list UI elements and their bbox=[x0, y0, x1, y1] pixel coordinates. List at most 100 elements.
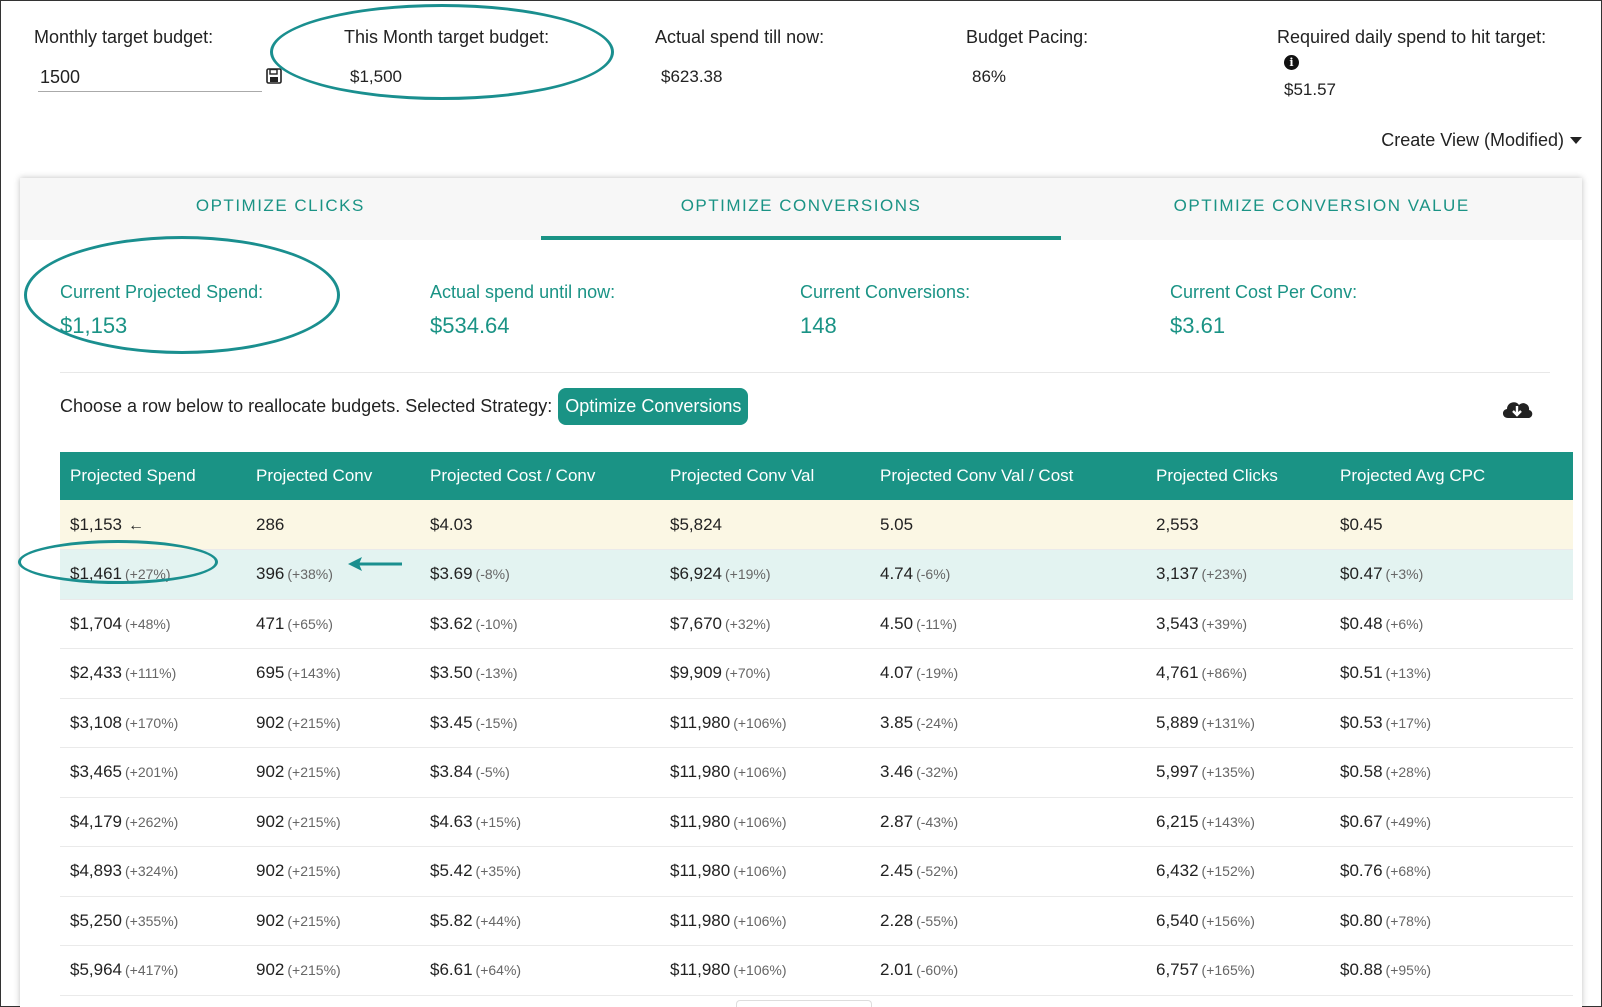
kpi-label: Current Cost Per Conv: bbox=[1170, 282, 1358, 302]
monthly-target-input[interactable] bbox=[38, 64, 262, 92]
cell-change: (+23%) bbox=[1201, 566, 1248, 583]
table-cell: $0.45 bbox=[1330, 500, 1573, 550]
table-cell: $11,980 (+106%) bbox=[660, 748, 870, 798]
column-header[interactable]: Projected Cost / Conv bbox=[420, 452, 660, 500]
cell-value: $0.80 bbox=[1340, 910, 1383, 930]
table-cell: $5,824 bbox=[660, 500, 870, 550]
cell-value: $2,433 bbox=[70, 663, 122, 683]
kpi-value: $3.61 bbox=[1170, 313, 1226, 338]
column-header[interactable]: Projected Conv Val bbox=[660, 452, 870, 500]
selected-strategy-chip[interactable]: Optimize Conversions bbox=[558, 388, 749, 425]
cell-change: (+165%) bbox=[1201, 962, 1255, 979]
tab-optimize-conversion-value[interactable]: OPTIMIZE CONVERSION VALUE bbox=[1061, 178, 1582, 240]
cell-value: 902 bbox=[256, 811, 285, 831]
tab-optimize-conversions[interactable]: OPTIMIZE CONVERSIONS bbox=[540, 178, 1062, 240]
table-cell: $0.48 (+6%) bbox=[1330, 599, 1573, 649]
column-header[interactable]: Projected Conv bbox=[246, 452, 420, 500]
required-daily-value: $51.57 bbox=[1284, 80, 1336, 99]
table-row[interactable]: $1,704 (+48%) 471 (+65%) $3.62 (-10%) $7,670 (+… bbox=[60, 599, 1573, 649]
cell-change: (+68%) bbox=[1385, 863, 1432, 880]
cell-value: 902 bbox=[256, 861, 285, 881]
table-cell: $0.47 (+3%) bbox=[1330, 550, 1573, 600]
scroll-handle[interactable] bbox=[736, 1000, 872, 1007]
divider bbox=[60, 372, 1550, 373]
cell-value: $0.53 bbox=[1340, 712, 1383, 732]
pointer-arrow-icon bbox=[348, 557, 402, 571]
table-cell: 902 (+215%) bbox=[246, 698, 420, 748]
cell-value: $3.69 bbox=[430, 564, 473, 584]
cell-change: (+38%) bbox=[287, 566, 333, 583]
floppy-disk-icon[interactable] bbox=[266, 68, 282, 84]
cell-value: 286 bbox=[256, 514, 285, 534]
column-header[interactable]: Projected Avg CPC bbox=[1330, 452, 1573, 500]
table-cell: 2,553 bbox=[1146, 500, 1330, 550]
table-cell: $9,909 (+70%) bbox=[660, 649, 870, 699]
kpi-label: Actual spend until now: bbox=[430, 282, 616, 302]
cell-value: $11,980 bbox=[670, 712, 731, 732]
cell-value: $0.47 bbox=[1340, 564, 1383, 584]
cell-value: $3,465 bbox=[70, 762, 122, 782]
table-row[interactable]: $5,250 (+355%) 902 (+215%) $5.82 (+44%) $11,98… bbox=[60, 896, 1573, 946]
cloud-download-icon[interactable] bbox=[1500, 396, 1534, 422]
cell-value: 3.46 bbox=[880, 762, 914, 782]
info-icon[interactable]: i bbox=[1284, 55, 1299, 70]
table-body: $1,153 ← 286 $4.03 $5,824 5.05 2,553 $0.45 $1,46… bbox=[60, 500, 1573, 995]
table-row[interactable]: $4,179 (+262%) 902 (+215%) $4.63 (+15%) $11,98… bbox=[60, 797, 1573, 847]
cell-change: (+417%) bbox=[125, 962, 179, 979]
table-cell: 4.74 (-6%) bbox=[870, 550, 1146, 600]
table-cell: 5.05 bbox=[870, 500, 1146, 550]
table-row[interactable]: $4,893 (+324%) 902 (+215%) $5.42 (+35%) $11,98… bbox=[60, 847, 1573, 896]
table-cell: $0.51 (+13%) bbox=[1330, 649, 1573, 699]
cell-change: (-43%) bbox=[916, 813, 959, 830]
cell-value: $6.61 bbox=[430, 960, 473, 980]
table-cell: $5,250 (+355%) bbox=[60, 896, 246, 946]
table-row[interactable]: $1,461 (+27%) 396 (+38%) $3.69 (-8%) $6,924 (+1… bbox=[60, 549, 1573, 600]
cell-change: (+152%) bbox=[1201, 863, 1255, 880]
table-cell: 4,761 (+86%) bbox=[1146, 649, 1330, 699]
column-header[interactable]: Projected Conv Val / Cost bbox=[870, 452, 1146, 500]
table-row[interactable]: $2,433 (+111%) 695 (+143%) $3.50 (-13%) $9,909… bbox=[60, 649, 1573, 699]
table-cell: $11,980 (+106%) bbox=[660, 698, 870, 748]
table-row[interactable]: $5,964 (+417%) 902 (+215%) $6.61 (+64%) $11,98… bbox=[60, 946, 1573, 996]
table-cell: 3,137 (+23%) bbox=[1146, 550, 1330, 600]
table-cell: 3.46 (-32%) bbox=[870, 748, 1146, 798]
cell-value: $0.76 bbox=[1340, 861, 1383, 881]
table-cell: $0.58 (+28%) bbox=[1330, 748, 1573, 798]
cell-value: 471 bbox=[256, 613, 285, 633]
cell-value: $1,461 bbox=[70, 564, 122, 584]
table-cell: 2.01 (-60%) bbox=[870, 946, 1146, 996]
optimizer-card: OPTIMIZE CLICKS OPTIMIZE CONVERSIONS OPT… bbox=[18, 178, 1582, 1007]
table-cell: 2.87 (-43%) bbox=[870, 797, 1146, 847]
table-cell: $4.03 bbox=[420, 500, 660, 550]
projection-table: Projected Spend Projected Conv Projected C… bbox=[60, 452, 1573, 996]
tab-optimize-clicks[interactable]: OPTIMIZE CLICKS bbox=[20, 178, 541, 240]
cell-value: 2.45 bbox=[880, 861, 914, 881]
cell-change: (-11%) bbox=[916, 615, 958, 632]
create-view-dropdown[interactable]: Create View (Modified) bbox=[1381, 130, 1582, 151]
kpi-value: $534.64 bbox=[430, 313, 510, 338]
column-header[interactable]: Projected Spend bbox=[60, 452, 246, 500]
table-cell: $3.45 (-15%) bbox=[420, 698, 660, 748]
cell-change: (+95%) bbox=[1385, 962, 1432, 979]
cell-value: 6,540 bbox=[1156, 910, 1199, 930]
table-cell: $4.63 (+15%) bbox=[420, 797, 660, 847]
cell-value: 902 bbox=[256, 960, 285, 980]
cell-value: 902 bbox=[256, 762, 285, 782]
cell-value: $5,824 bbox=[670, 514, 722, 534]
table-cell: 3.85 (-24%) bbox=[870, 698, 1146, 748]
table-cell: 6,215 (+143%) bbox=[1146, 797, 1330, 847]
column-header[interactable]: Projected Clicks bbox=[1146, 452, 1330, 500]
cell-change: (+215%) bbox=[287, 813, 341, 830]
cell-change: (+15%) bbox=[475, 813, 522, 830]
table-row[interactable]: $1,153 ← 286 $4.03 $5,824 5.05 2,553 $0.45 bbox=[60, 500, 1573, 550]
table-cell: $0.88 (+95%) bbox=[1330, 946, 1573, 996]
table-row[interactable]: $3,465 (+201%) 902 (+215%) $3.84 (-5%) $11,980… bbox=[60, 748, 1573, 798]
cell-value: 6,215 bbox=[1156, 811, 1199, 831]
cell-value: $0.88 bbox=[1340, 960, 1383, 980]
cell-change: (-24%) bbox=[916, 714, 959, 731]
cell-change: (+135%) bbox=[1201, 764, 1255, 781]
budget-pacing-value: 86% bbox=[972, 67, 1007, 86]
table-row[interactable]: $3,108 (+170%) 902 (+215%) $3.45 (-15%) $11,98… bbox=[60, 698, 1573, 748]
cell-change: (-13%) bbox=[475, 665, 518, 682]
cell-change: (+39%) bbox=[1201, 615, 1248, 632]
